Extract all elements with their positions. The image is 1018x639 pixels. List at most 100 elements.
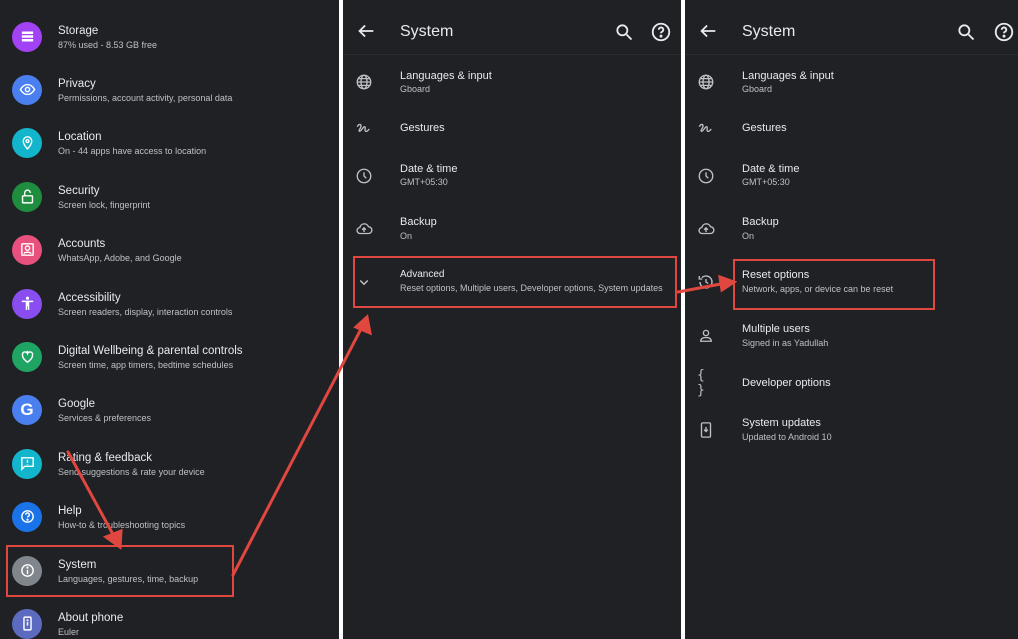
system-item-title: Date & time xyxy=(400,163,458,175)
system-item-subtitle: Signed in as Yadullah xyxy=(742,338,829,348)
system-item-title: System updates xyxy=(742,417,821,429)
system-item-date-time[interactable]: Date & time GMT+05:30 xyxy=(343,149,681,202)
system-item-subtitle: Gboard xyxy=(742,84,773,94)
highlight-box-reset-options xyxy=(733,259,935,310)
settings-item-title: Rating & feedback xyxy=(58,452,152,464)
settings-item-accessibility[interactable]: Accessibility Screen readers, display, i… xyxy=(0,277,339,330)
clock-icon xyxy=(355,167,373,185)
settings-item-subtitle: Permissions, account activity, personal … xyxy=(58,93,233,103)
settings-item-accounts[interactable]: Accounts WhatsApp, Adobe, and Google xyxy=(0,223,339,276)
person-icon xyxy=(697,327,715,345)
system-item-subtitle: GMT+05:30 xyxy=(742,177,790,187)
settings-item-rating-feedback[interactable]: Rating & feedback Send suggestions & rat… xyxy=(0,437,339,490)
system-item-title: Gestures xyxy=(400,122,445,134)
settings-item-google[interactable]: G Google Services & preferences xyxy=(0,383,339,436)
settings-item-title: Privacy xyxy=(58,78,96,90)
settings-item-subtitle: Send suggestions & rate your device xyxy=(58,467,205,477)
settings-item-location[interactable]: Location On - 44 apps have access to loc… xyxy=(0,116,339,169)
settings-item-title: Security xyxy=(58,185,100,197)
system-item-languages-input[interactable]: Languages & input Gboard xyxy=(685,55,1018,108)
page-title: System xyxy=(742,23,796,40)
settings-item-title: Accessibility xyxy=(58,292,121,304)
feedback-icon xyxy=(12,448,42,479)
system-item-subtitle: On xyxy=(400,231,413,241)
eye-icon xyxy=(12,74,42,105)
system-item-title: Date & time xyxy=(742,163,800,175)
help-icon[interactable] xyxy=(993,21,1015,43)
cloud-upload-icon xyxy=(355,220,373,238)
system-panel-collapsed: System Languages & input Gboard Gestures… xyxy=(343,0,681,639)
settings-item-security[interactable]: Security Screen lock, fingerprint xyxy=(0,170,339,223)
system-item-subtitle: Gboard xyxy=(400,84,431,94)
clock-icon xyxy=(697,167,715,185)
code-braces-icon: { } xyxy=(697,367,705,398)
system-item-backup[interactable]: Backup On xyxy=(685,202,1018,255)
help-icon xyxy=(12,501,42,532)
system-item-title: Backup xyxy=(742,216,779,228)
status-bar xyxy=(0,0,339,6)
help-icon[interactable] xyxy=(650,21,672,43)
system-item-subtitle: Updated to Android 10 xyxy=(742,432,832,442)
accessibility-icon xyxy=(12,288,42,319)
highlight-box-system xyxy=(6,545,234,597)
settings-item-subtitle: WhatsApp, Adobe, and Google xyxy=(58,253,182,263)
system-item-title: Languages & input xyxy=(400,70,492,82)
system-item-title: Backup xyxy=(400,216,437,228)
settings-item-subtitle: How-to & troubleshooting topics xyxy=(58,520,186,530)
system-item-title: Developer options xyxy=(742,377,831,389)
highlight-box-advanced xyxy=(353,256,677,308)
settings-item-subtitle: On - 44 apps have access to location xyxy=(58,146,207,156)
system-item-system-updates[interactable]: System updates Updated to Android 10 xyxy=(685,403,1018,456)
settings-item-title: Location xyxy=(58,131,102,143)
cloud-upload-icon xyxy=(697,220,715,238)
gesture-icon xyxy=(355,120,373,138)
system-update-icon xyxy=(697,421,715,439)
storage-icon xyxy=(12,21,42,52)
system-item-backup[interactable]: Backup On xyxy=(343,202,681,255)
settings-item-subtitle: 87% used - 8.53 GB free xyxy=(58,40,158,50)
system-item-languages-input[interactable]: Languages & input Gboard xyxy=(343,55,681,108)
system-item-multiple-users[interactable]: Multiple users Signed in as Yadullah xyxy=(685,309,1018,362)
settings-item-privacy[interactable]: Privacy Permissions, account activity, p… xyxy=(0,63,339,116)
settings-item-title: Accounts xyxy=(58,238,106,250)
settings-item-storage[interactable]: Storage 87% used - 8.53 GB free xyxy=(0,10,339,63)
settings-item-subtitle: Services & preferences xyxy=(58,413,152,423)
gesture-icon xyxy=(697,120,715,138)
search-icon[interactable] xyxy=(956,22,976,42)
google-g-icon: G xyxy=(12,394,42,425)
settings-item-title: Help xyxy=(58,505,82,517)
system-item-date-time[interactable]: Date & time GMT+05:30 xyxy=(685,149,1018,202)
system-item-title: Gestures xyxy=(742,122,787,134)
history-icon xyxy=(697,273,715,291)
system-item-subtitle: On xyxy=(742,231,755,241)
system-panel-expanded: System Languages & input Gboard Gestures… xyxy=(685,0,1018,639)
settings-item-title: Google xyxy=(58,398,96,410)
back-arrow-icon[interactable] xyxy=(697,20,719,42)
settings-item-digital-wellbeing[interactable]: Digital Wellbeing & parental controls Sc… xyxy=(0,330,339,383)
settings-item-title: About phone xyxy=(58,612,124,624)
settings-item-about-phone[interactable]: About phone Euler xyxy=(0,597,339,639)
system-item-gestures[interactable]: Gestures xyxy=(343,102,681,155)
settings-item-subtitle: Screen readers, display, interaction con… xyxy=(58,307,233,317)
globe-icon xyxy=(697,73,715,91)
system-item-title: Languages & input xyxy=(742,70,834,82)
wellbeing-heart-icon xyxy=(12,341,42,372)
lock-icon xyxy=(12,181,42,212)
settings-panel: Storage 87% used - 8.53 GB free Privacy … xyxy=(0,0,339,639)
settings-item-title: Digital Wellbeing & parental controls xyxy=(58,345,243,357)
location-pin-icon xyxy=(12,127,42,158)
settings-item-title: Storage xyxy=(58,25,99,37)
back-arrow-icon[interactable] xyxy=(355,20,377,42)
settings-item-subtitle: Screen lock, fingerprint xyxy=(58,200,151,210)
settings-item-subtitle: Euler xyxy=(58,627,80,637)
globe-icon xyxy=(355,73,373,91)
account-box-icon xyxy=(12,234,42,265)
settings-item-help[interactable]: Help How-to & troubleshooting topics xyxy=(0,490,339,543)
system-item-developer-options[interactable]: { } Developer options xyxy=(685,356,1018,409)
page-title: System xyxy=(400,23,454,40)
phone-icon xyxy=(12,608,42,639)
system-item-subtitle: GMT+05:30 xyxy=(400,177,448,187)
system-item-gestures[interactable]: Gestures xyxy=(685,102,1018,155)
system-item-title: Multiple users xyxy=(742,323,810,335)
search-icon[interactable] xyxy=(614,22,634,42)
